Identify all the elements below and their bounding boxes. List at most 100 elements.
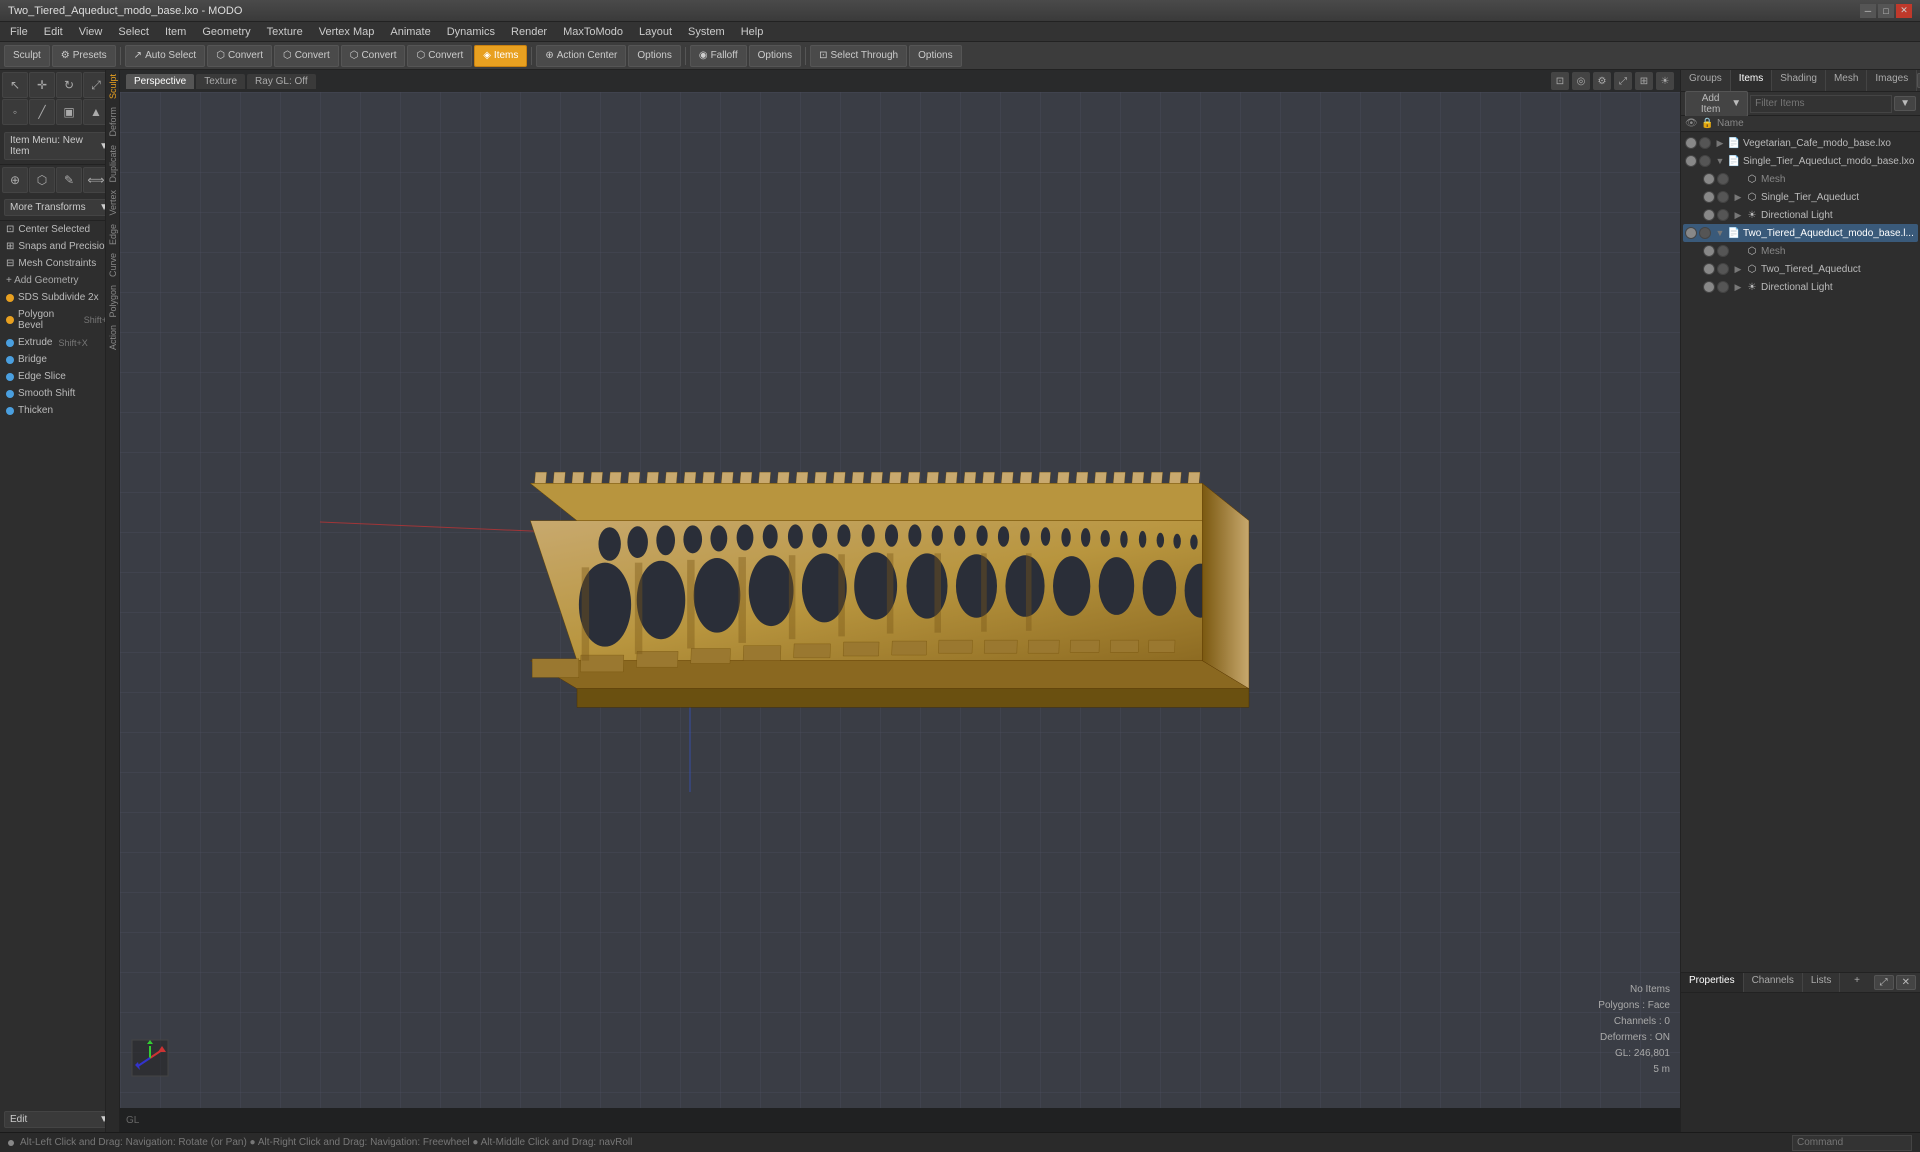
vis-mesh1[interactable] bbox=[1703, 173, 1715, 185]
vis-two-tier[interactable] bbox=[1703, 263, 1715, 275]
convert2-button[interactable]: ⬡ Convert bbox=[274, 45, 339, 67]
close-prop-button[interactable]: ✕ bbox=[1896, 975, 1916, 990]
lock-file2[interactable] bbox=[1699, 155, 1711, 167]
menu-texture[interactable]: Texture bbox=[261, 25, 309, 39]
expand-file3[interactable]: ▼ bbox=[1713, 226, 1727, 240]
lock-single-tier[interactable] bbox=[1717, 191, 1729, 203]
rotate-tool-btn[interactable]: ↻ bbox=[56, 72, 82, 98]
edit-dropdown[interactable]: Edit ▼ bbox=[4, 1111, 115, 1128]
bridge-item[interactable]: Bridge bbox=[0, 351, 119, 368]
vp-expand-icon[interactable]: ⤢ bbox=[1614, 72, 1632, 90]
prop-add-button[interactable]: + bbox=[1848, 973, 1866, 992]
tree-item-mesh1[interactable]: ⬡ Mesh bbox=[1683, 170, 1918, 188]
rp-tab-images[interactable]: Images bbox=[1867, 70, 1917, 91]
paint-btn[interactable]: ✎ bbox=[56, 167, 82, 193]
options2-button[interactable]: Options bbox=[749, 45, 801, 67]
expand-file1[interactable]: ▶ bbox=[1713, 136, 1727, 150]
tree-item-light1[interactable]: ▶ ☀ Directional Light bbox=[1683, 206, 1918, 224]
expand-file2[interactable]: ▼ bbox=[1713, 154, 1727, 168]
expand-two-tier[interactable]: ▶ bbox=[1731, 262, 1745, 276]
expand-light2[interactable]: ▶ bbox=[1731, 280, 1745, 294]
select-through-button[interactable]: ⊡ Select Through bbox=[810, 45, 907, 67]
sidebar-tab-curve[interactable]: Curve bbox=[106, 249, 119, 281]
lock-mesh2[interactable] bbox=[1717, 245, 1729, 257]
sidebar-tab-edge[interactable]: Edge bbox=[106, 220, 119, 249]
menu-select[interactable]: Select bbox=[112, 25, 155, 39]
items-button[interactable]: ◈ Items bbox=[474, 45, 527, 67]
edge-slice-item[interactable]: Edge Slice bbox=[0, 368, 119, 385]
expand-single-tier[interactable]: ▶ bbox=[1731, 190, 1745, 204]
more-transforms-dropdown[interactable]: More Transforms ▼ bbox=[4, 199, 115, 216]
tree-item-mesh2[interactable]: ⬡ Mesh bbox=[1683, 242, 1918, 260]
vis-light1[interactable] bbox=[1703, 209, 1715, 221]
menu-render[interactable]: Render bbox=[505, 25, 553, 39]
menu-maxtomodo[interactable]: MaxToModo bbox=[557, 25, 629, 39]
action-center-button[interactable]: ⊕ Action Center bbox=[536, 45, 626, 67]
thicken-item[interactable]: Thicken bbox=[0, 402, 119, 419]
sidebar-tab-action[interactable]: Action bbox=[106, 321, 119, 354]
convert1-button[interactable]: ⬡ Convert bbox=[207, 45, 272, 67]
vp-settings-icon[interactable]: ⚙ bbox=[1593, 72, 1611, 90]
maximize-button[interactable]: □ bbox=[1878, 4, 1894, 18]
menu-vertex-map[interactable]: Vertex Map bbox=[313, 25, 381, 39]
center-selected-item[interactable]: ⊡ Center Selected bbox=[0, 221, 119, 238]
lock-light2[interactable] bbox=[1717, 281, 1729, 293]
snaps-precision-item[interactable]: ⊞ Snaps and Precision bbox=[0, 238, 119, 255]
extrude-item[interactable]: Extrude Shift+X bbox=[0, 334, 119, 351]
lock-light1[interactable] bbox=[1717, 209, 1729, 221]
sidebar-tab-vertex[interactable]: Vertex bbox=[106, 186, 119, 220]
prop-tab-channels[interactable]: Channels bbox=[1744, 973, 1803, 992]
minimize-button[interactable]: ─ bbox=[1860, 4, 1876, 18]
sidebar-tab-deform[interactable]: Deform bbox=[106, 103, 119, 141]
expand-prop-button[interactable]: ⤢ bbox=[1874, 975, 1894, 990]
menu-item[interactable]: Item bbox=[159, 25, 192, 39]
polygon-bevel-item[interactable]: Polygon Bevel Shift+B bbox=[0, 306, 119, 334]
filter-items-input[interactable] bbox=[1750, 95, 1892, 113]
vis-file1[interactable] bbox=[1685, 137, 1697, 149]
expand-mesh2[interactable] bbox=[1731, 244, 1745, 258]
auto-select-button[interactable]: ↗ Auto Select bbox=[125, 45, 206, 67]
options1-button[interactable]: Options bbox=[628, 45, 680, 67]
vp-grid-icon[interactable]: ⊞ bbox=[1635, 72, 1653, 90]
convert3-button[interactable]: ⬡ Convert bbox=[341, 45, 406, 67]
sculpt-button[interactable]: Sculpt bbox=[4, 45, 50, 67]
face-tool-btn[interactable]: ▣ bbox=[56, 99, 82, 125]
smooth-shift-item[interactable]: Smooth Shift bbox=[0, 385, 119, 402]
menu-animate[interactable]: Animate bbox=[384, 25, 436, 39]
rp-tab-items[interactable]: Items bbox=[1731, 70, 1772, 91]
rp-tab-mesh[interactable]: Mesh bbox=[1826, 70, 1867, 91]
menu-geometry[interactable]: Geometry bbox=[196, 25, 256, 39]
edge-tool-btn[interactable]: ╱ bbox=[29, 99, 55, 125]
command-input[interactable] bbox=[1792, 1135, 1912, 1151]
menu-view[interactable]: View bbox=[73, 25, 109, 39]
presets-button[interactable]: ⚙ Presets bbox=[52, 45, 116, 67]
vp-render-icon[interactable]: ◎ bbox=[1572, 72, 1590, 90]
convert4-button[interactable]: ⬡ Convert bbox=[407, 45, 472, 67]
tree-item-single-tier[interactable]: ▶ ⬡ Single_Tier_Aqueduct bbox=[1683, 188, 1918, 206]
add-item-button[interactable]: Add Item ▼ bbox=[1685, 91, 1748, 117]
item-menu-dropdown[interactable]: Item Menu: New Item ▼ bbox=[4, 132, 115, 160]
lock-mesh1[interactable] bbox=[1717, 173, 1729, 185]
rp-tab-groups[interactable]: Groups bbox=[1681, 70, 1731, 91]
menu-edit[interactable]: Edit bbox=[38, 25, 69, 39]
vp-tab-raygl[interactable]: Ray GL: Off bbox=[247, 74, 316, 89]
lock-file3[interactable] bbox=[1699, 227, 1711, 239]
menu-help[interactable]: Help bbox=[735, 25, 770, 39]
sidebar-tab-sculpt[interactable]: Sculpt bbox=[106, 70, 119, 103]
mesh-constraints-item[interactable]: ⊟ Mesh Constraints bbox=[0, 255, 119, 272]
filter-options-button[interactable]: ▼ bbox=[1894, 96, 1916, 111]
rp-tab-shading[interactable]: Shading bbox=[1772, 70, 1826, 91]
falloff-button[interactable]: ◉ Falloff bbox=[690, 45, 747, 67]
vis-file3[interactable] bbox=[1685, 227, 1697, 239]
sds-subdivide-item[interactable]: SDS Subdivide 2x bbox=[0, 289, 119, 306]
select-tool-btn[interactable]: ↖ bbox=[2, 72, 28, 98]
close-button[interactable]: ✕ bbox=[1896, 4, 1912, 18]
lock-two-tier[interactable] bbox=[1717, 263, 1729, 275]
expand-mesh1[interactable] bbox=[1731, 172, 1745, 186]
menu-system[interactable]: System bbox=[682, 25, 731, 39]
sidebar-tab-polygon[interactable]: Polygon bbox=[106, 281, 119, 322]
add-geometry-item[interactable]: + Add Geometry bbox=[0, 272, 119, 289]
vp-camera-icon[interactable]: ⊡ bbox=[1551, 72, 1569, 90]
vp-tab-texture[interactable]: Texture bbox=[196, 74, 245, 89]
transform-tool-btn[interactable]: ✛ bbox=[29, 72, 55, 98]
